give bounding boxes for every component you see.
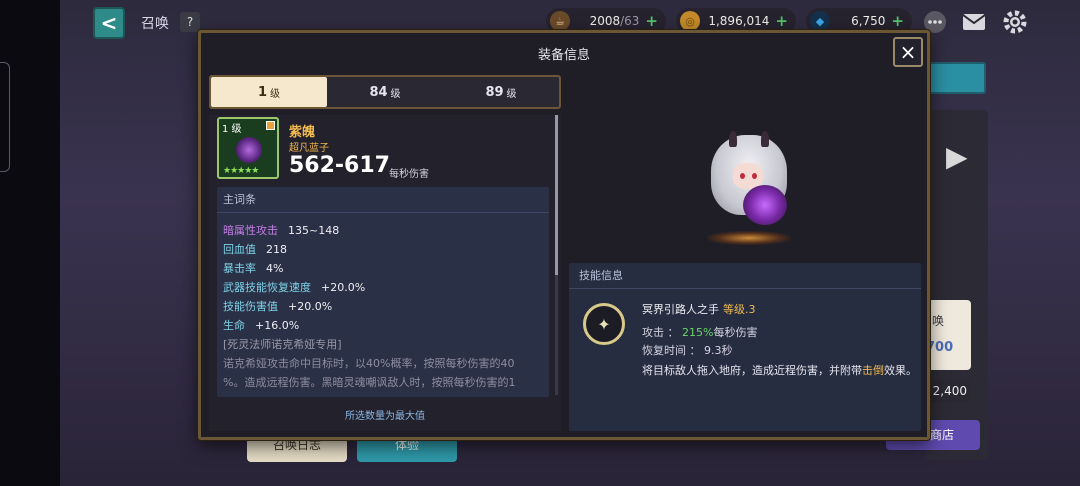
stat-key: 暴击率 bbox=[223, 262, 256, 275]
stamina-value: 2008 bbox=[589, 14, 621, 28]
add-stamina-icon[interactable]: + bbox=[645, 12, 658, 30]
equipment-info-dialog: 装备信息 × 1级 84 级 89 级 1 级 ★★★★★ 紫魄 超凡蓝子 562-… bbox=[198, 30, 930, 440]
hero-sprite bbox=[699, 131, 799, 245]
help-button[interactable]: ? bbox=[180, 12, 200, 32]
stat-row: 暗属性攻击 135~148 bbox=[217, 221, 549, 240]
background-cyan-bar bbox=[926, 62, 986, 94]
coin-icon: ◎ bbox=[680, 11, 700, 31]
equipment-details: 1级 84 级 89 级 1 级 ★★★★★ 紫魄 超凡蓝子 562-617 每秒伤… bbox=[209, 75, 561, 431]
stat-key: 回血值 bbox=[223, 243, 256, 256]
background-card-text: 唤 bbox=[932, 314, 945, 328]
attack-label: 攻击 ： bbox=[642, 326, 679, 339]
star-rating: ★★★★★ bbox=[223, 166, 259, 176]
mail-icon[interactable] bbox=[960, 8, 988, 36]
play-icon[interactable]: ▶ bbox=[946, 140, 968, 173]
equipment-icon: 1 级 ★★★★★ bbox=[217, 117, 279, 179]
skill-hand-icon: ✦ bbox=[583, 303, 625, 345]
tab-level-84[interactable]: 84 级 bbox=[327, 77, 443, 107]
dialog-title: 装备信息 bbox=[537, 47, 590, 63]
stat-row: 回血值 218 bbox=[217, 240, 549, 259]
skill-attack: 攻击 ： 215%每秒伤害 bbox=[642, 324, 757, 340]
diamond-icon: ◆ bbox=[810, 11, 830, 31]
skill-panel: 技能信息 ✦ 冥界引路人之手 等级.3 攻击 ： 215%每秒伤害 恢复时间 ： … bbox=[569, 263, 921, 431]
tab-level-value: 89 bbox=[485, 84, 504, 100]
effect-description: 诺克希娅攻击命中目标时，以40%概率，按照每秒伤害的40 bbox=[223, 357, 515, 370]
soul-gem-icon bbox=[236, 137, 262, 163]
back-icon: < bbox=[100, 11, 118, 35]
sprite-horn bbox=[761, 131, 769, 147]
stats-scrollbar[interactable] bbox=[555, 115, 558, 395]
max-quantity-note: 所选数量为最大值 bbox=[345, 411, 425, 422]
gem-value: 6,750 bbox=[851, 14, 886, 28]
effect-description: %。造成远程伤害。黑暗灵魂嘲讽敌人时，按照每秒伤害的1 bbox=[223, 376, 516, 389]
tab-level-1[interactable]: 1级 bbox=[211, 77, 327, 107]
skill-level: 等级.3 bbox=[723, 303, 756, 316]
cooldown-label: 恢复时间 ： bbox=[642, 344, 701, 357]
skill-description: 将目标敌人拖入地府，造成近程伤害，并附带击倒效果。 bbox=[642, 362, 917, 378]
stats-header: 主词条 bbox=[217, 187, 549, 213]
close-icon: × bbox=[899, 40, 917, 64]
close-button[interactable]: × bbox=[893, 37, 923, 67]
stat-value: 218 bbox=[266, 243, 287, 256]
desc-highlight: 击倒 bbox=[862, 364, 884, 377]
stats-panel[interactable]: 主词条 暗属性攻击 135~148 回血值 218 暴击率 4% 武器技能恢复速度 +2… bbox=[217, 187, 549, 397]
stamina-max: /63 bbox=[620, 14, 640, 28]
stat-value: +20.0% bbox=[288, 300, 333, 313]
item-area: 1 级 ★★★★★ 紫魄 超凡蓝子 562-617 每秒伤害 主词条 暗属性攻击… bbox=[209, 115, 561, 431]
stat-key: 暗属性攻击 bbox=[223, 224, 278, 237]
sprite-eye bbox=[740, 173, 745, 179]
scrollbar-thumb[interactable] bbox=[555, 115, 558, 275]
tab-level-unit: 级 bbox=[506, 88, 517, 100]
attack-value: 215% bbox=[682, 326, 714, 339]
exclusive-note: [死灵法师诺克希娅专用] bbox=[223, 338, 342, 351]
gold-value: 1,896,014 bbox=[708, 14, 770, 28]
stat-value: +16.0% bbox=[255, 319, 300, 332]
desc-text: 效果。 bbox=[884, 364, 917, 377]
stat-row: 生命 +16.0% bbox=[217, 316, 549, 335]
tab-level-value: 1 bbox=[257, 84, 268, 100]
sprite-orb bbox=[743, 185, 787, 225]
cooldown-value: 9.3秒 bbox=[704, 344, 733, 357]
add-gem-icon[interactable]: + bbox=[891, 12, 904, 30]
tab-level-value: 84 bbox=[369, 84, 388, 100]
item-level: 1 级 bbox=[222, 124, 242, 135]
stat-row: 暴击率 4% bbox=[217, 259, 549, 278]
stat-value: 135~148 bbox=[288, 224, 340, 237]
background-card-price: 700 bbox=[926, 340, 954, 355]
add-gold-icon[interactable]: + bbox=[775, 12, 788, 30]
desc-text: 将目标敌人拖入地府，造成近程伤害，并附带 bbox=[642, 364, 862, 377]
item-damage-unit: 每秒伤害 bbox=[389, 169, 429, 180]
stat-row: 技能伤害值 +20.0% bbox=[217, 297, 549, 316]
skill-name: 冥界引路人之手 等级.3 bbox=[642, 301, 756, 317]
level-tabs: 1级 84 级 89 级 bbox=[209, 75, 561, 109]
stat-key: 武器技能恢复速度 bbox=[223, 281, 311, 294]
background-card bbox=[926, 300, 971, 370]
edge-tab[interactable] bbox=[0, 62, 10, 172]
sprite-shadow bbox=[707, 231, 791, 245]
badge-icon bbox=[266, 121, 275, 130]
page-title: 召唤 bbox=[141, 16, 169, 32]
sprite-eye bbox=[752, 173, 757, 179]
stat-key: 生命 bbox=[223, 319, 245, 332]
tab-level-unit: 级 bbox=[270, 88, 281, 100]
skill-header: 技能信息 bbox=[569, 263, 921, 289]
stat-row: 武器技能恢复速度 +20.0% bbox=[217, 278, 549, 297]
back-button[interactable]: < bbox=[93, 7, 125, 39]
stat-value: +20.0% bbox=[321, 281, 366, 294]
item-damage: 562-617 bbox=[289, 153, 390, 178]
tab-level-unit: 级 bbox=[390, 88, 401, 100]
stat-key: 技能伤害值 bbox=[223, 300, 278, 313]
item-name: 紫魄 bbox=[289, 125, 316, 140]
background-price: 2,400 bbox=[930, 380, 970, 402]
settings-gear-icon[interactable] bbox=[1001, 8, 1029, 36]
skill-name-text: 冥界引路人之手 bbox=[642, 303, 719, 316]
attack-unit: 每秒伤害 bbox=[713, 326, 758, 339]
skill-cooldown: 恢复时间 ： 9.3秒 bbox=[642, 342, 733, 358]
coffee-icon: ☕ bbox=[550, 11, 570, 31]
sprite-horn bbox=[729, 131, 737, 147]
item-grade: 超凡蓝子 bbox=[289, 143, 329, 154]
preview-pane: 技能信息 ✦ 冥界引路人之手 等级.3 攻击 ： 215%每秒伤害 恢复时间 ： … bbox=[569, 75, 921, 431]
tab-level-89[interactable]: 89 级 bbox=[443, 77, 559, 107]
stat-value: 4% bbox=[266, 262, 284, 275]
